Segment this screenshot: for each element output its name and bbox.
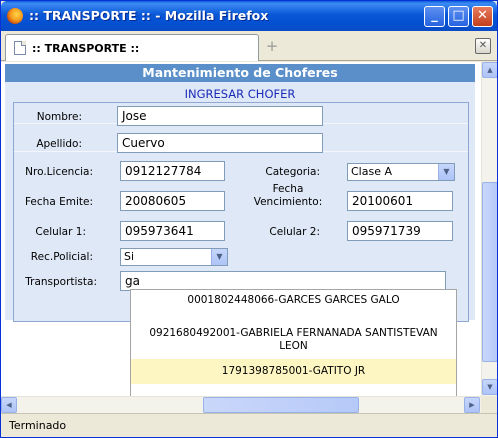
scroll-left-button[interactable]: ◀	[1, 397, 17, 413]
rec-policial-label: Rec.Policial:	[30, 251, 93, 263]
categoria-select[interactable]: Clase A ▼	[347, 163, 455, 181]
title-bar[interactable]: :: TRANSPORTE :: - Mozilla Firefox _ □ ✕	[1, 1, 497, 31]
fecha-emite-input[interactable]: 20080605	[120, 191, 225, 211]
nombre-input[interactable]: Jose	[117, 106, 323, 126]
fecha-venc-input[interactable]: 20100601	[347, 191, 453, 211]
new-tab-button[interactable]: +	[263, 38, 281, 56]
list-item[interactable]: 0921680492001-GABRIELA FERNANADA SANTIST…	[131, 327, 456, 355]
chevron-down-icon[interactable]: ▼	[438, 164, 454, 180]
list-item-active[interactable]: 1791398785001-GATITO JR	[131, 359, 456, 384]
horizontal-scrollbar[interactable]: ◀ ▶	[1, 396, 481, 413]
window-title: :: TRANSPORTE :: - Mozilla Firefox	[29, 8, 269, 23]
page-title: Mantenimiento de Choferes	[5, 64, 475, 82]
celular2-input[interactable]: 095971739	[347, 221, 453, 241]
fecha-emite-label: Fecha Emite:	[24, 196, 93, 208]
apellido-input[interactable]: Cuervo	[117, 133, 323, 153]
status-text: Terminado	[9, 419, 67, 432]
categoria-label: Categoria:	[265, 166, 320, 178]
page-viewport: Mantenimiento de Choferes INGRESAR CHOFE…	[1, 62, 481, 396]
autocomplete-list: 0001802448066-GARCES GARCES GALO 0921680…	[130, 289, 457, 396]
tab-label: :: TRANSPORTE ::	[32, 42, 140, 55]
vertical-scrollbar[interactable]: ▲ ▼	[481, 62, 497, 396]
vertical-scroll-thumb[interactable]	[482, 182, 497, 362]
transportista-input[interactable]: ga	[120, 271, 446, 291]
chevron-down-icon[interactable]: ▼	[211, 249, 227, 265]
form-area: INGRESAR CHOFER Nombre: Jose Apellido: C…	[5, 82, 475, 322]
minimize-button[interactable]: _	[424, 6, 445, 27]
apellido-label: Apellido:	[36, 138, 82, 150]
rec-policial-select[interactable]: Si ▼	[120, 248, 228, 266]
maximize-button[interactable]: □	[448, 6, 469, 27]
horizontal-scroll-thumb[interactable]	[203, 397, 359, 413]
firefox-icon	[7, 8, 23, 24]
celular1-label: Celular 1:	[35, 226, 86, 238]
celular1-input[interactable]: 095973641	[120, 221, 225, 241]
fecha-venc-label-1: Fecha	[272, 183, 304, 195]
scroll-down-button[interactable]: ▼	[482, 379, 497, 395]
tab-strip: :: TRANSPORTE :: + ✕	[1, 31, 497, 61]
licencia-label: Nro.Licencia:	[25, 166, 93, 178]
list-item[interactable]: 0001802448066-GARCES GARCES GALO	[131, 294, 456, 308]
close-button[interactable]: ✕	[472, 6, 493, 27]
transportista-label: Transportista:	[25, 276, 97, 288]
form-subtitle: INGRESAR CHOFER	[184, 87, 296, 101]
tab-close-button[interactable]: ✕	[475, 38, 491, 54]
scroll-right-button[interactable]: ▶	[464, 397, 480, 413]
celular2-label: Celular 2:	[269, 226, 320, 238]
licencia-input[interactable]: 0912127784	[120, 161, 225, 181]
scrollbar-corner	[481, 396, 497, 413]
categoria-value: Clase A	[351, 165, 392, 178]
fecha-venc-label-2: Vencimiento:	[253, 196, 323, 208]
page-icon	[14, 41, 26, 55]
nombre-label: Nombre:	[36, 111, 82, 123]
browser-window: :: TRANSPORTE :: - Mozilla Firefox _ □ ✕…	[0, 0, 498, 438]
tab-transporte[interactable]: :: TRANSPORTE ::	[5, 34, 259, 61]
status-bar: Terminado	[1, 413, 497, 437]
scroll-up-button[interactable]: ▲	[482, 62, 497, 78]
rec-policial-value: Si	[124, 250, 135, 263]
